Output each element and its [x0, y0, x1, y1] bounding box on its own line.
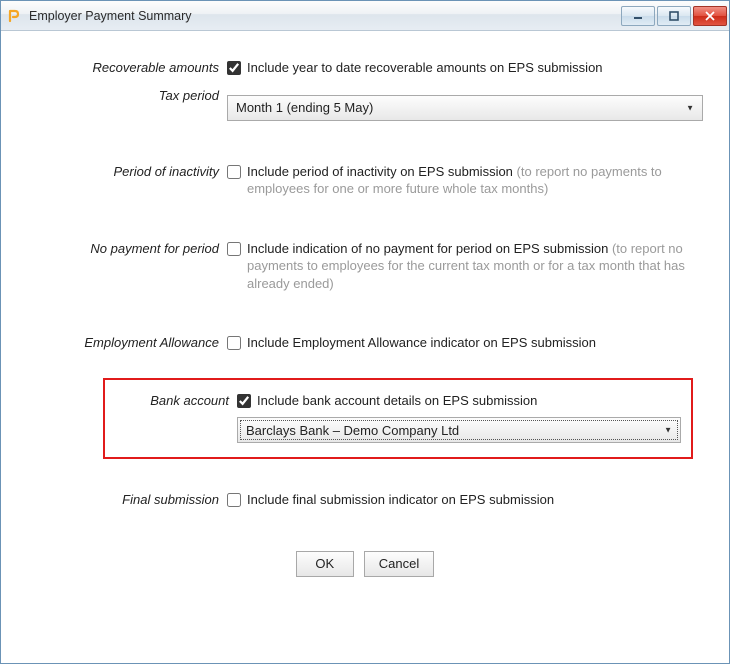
window-controls: [619, 1, 727, 30]
row-tax-period: Tax period Month 1 (ending 5 May) ▼: [27, 87, 703, 121]
chevron-down-icon: ▼: [664, 426, 672, 435]
label-final-submission: Final submission: [27, 491, 227, 507]
label-emp-allowance: Employment Allowance: [27, 334, 227, 350]
footer-buttons: OK Cancel: [27, 551, 703, 577]
select-bank-account-value: Barclays Bank – Demo Company Ltd: [246, 423, 459, 438]
dialog-content: Recoverable amounts Include year to date…: [1, 31, 729, 663]
titlebar: Employer Payment Summary: [1, 1, 729, 31]
close-icon: [705, 11, 715, 21]
highlight-bank-account: Bank account Include bank account detail…: [103, 378, 693, 460]
label-inactivity: Period of inactivity: [27, 163, 227, 179]
checkbox-emp-allowance-input[interactable]: [227, 336, 241, 350]
checkbox-bank-account-input[interactable]: [237, 394, 251, 408]
checkbox-recoverable[interactable]: Include year to date recoverable amounts…: [227, 59, 703, 77]
checkbox-inactivity[interactable]: Include period of inactivity on EPS subm…: [227, 163, 703, 198]
checkbox-bank-account[interactable]: Include bank account details on EPS subm…: [237, 392, 681, 410]
label-tax-period: Tax period: [27, 87, 227, 103]
minimize-icon: [633, 11, 643, 21]
checkbox-recoverable-input[interactable]: [227, 61, 241, 75]
maximize-icon: [669, 11, 679, 21]
ok-button[interactable]: OK: [296, 551, 354, 577]
checkbox-no-payment-text: Include indication of no payment for per…: [247, 241, 612, 256]
checkbox-final-submission[interactable]: Include final submission indicator on EP…: [227, 491, 703, 509]
checkbox-inactivity-input[interactable]: [227, 165, 241, 179]
checkbox-no-payment-input[interactable]: [227, 242, 241, 256]
checkbox-recoverable-text: Include year to date recoverable amounts…: [247, 59, 603, 77]
select-bank-account[interactable]: Barclays Bank – Demo Company Ltd ▼: [237, 417, 681, 443]
maximize-button[interactable]: [657, 6, 691, 26]
checkbox-emp-allowance-text: Include Employment Allowance indicator o…: [247, 334, 596, 352]
checkbox-final-submission-input[interactable]: [227, 493, 241, 507]
label-no-payment: No payment for period: [27, 240, 227, 256]
minimize-button[interactable]: [621, 6, 655, 26]
close-button[interactable]: [693, 6, 727, 26]
checkbox-inactivity-text: Include period of inactivity on EPS subm…: [247, 164, 517, 179]
checkbox-bank-account-text: Include bank account details on EPS subm…: [257, 392, 537, 410]
select-tax-period[interactable]: Month 1 (ending 5 May) ▼: [227, 95, 703, 121]
checkbox-emp-allowance[interactable]: Include Employment Allowance indicator o…: [227, 334, 703, 352]
row-no-payment: No payment for period Include indication…: [27, 240, 703, 293]
window-frame: Employer Payment Summary Recoverable amo…: [0, 0, 730, 664]
checkbox-no-payment[interactable]: Include indication of no payment for per…: [227, 240, 703, 293]
label-recoverable: Recoverable amounts: [27, 59, 227, 75]
checkbox-final-submission-text: Include final submission indicator on EP…: [247, 491, 554, 509]
window-title: Employer Payment Summary: [29, 9, 619, 23]
row-emp-allowance: Employment Allowance Include Employment …: [27, 334, 703, 352]
row-final-submission: Final submission Include final submissio…: [27, 491, 703, 509]
label-bank-account: Bank account: [115, 392, 237, 408]
chevron-down-icon: ▼: [686, 103, 694, 112]
row-bank-account: Bank account Include bank account detail…: [115, 392, 681, 444]
row-inactivity: Period of inactivity Include period of i…: [27, 163, 703, 198]
cancel-button[interactable]: Cancel: [364, 551, 434, 577]
app-icon: [7, 8, 23, 24]
select-tax-period-value: Month 1 (ending 5 May): [236, 100, 373, 115]
row-recoverable: Recoverable amounts Include year to date…: [27, 59, 703, 77]
